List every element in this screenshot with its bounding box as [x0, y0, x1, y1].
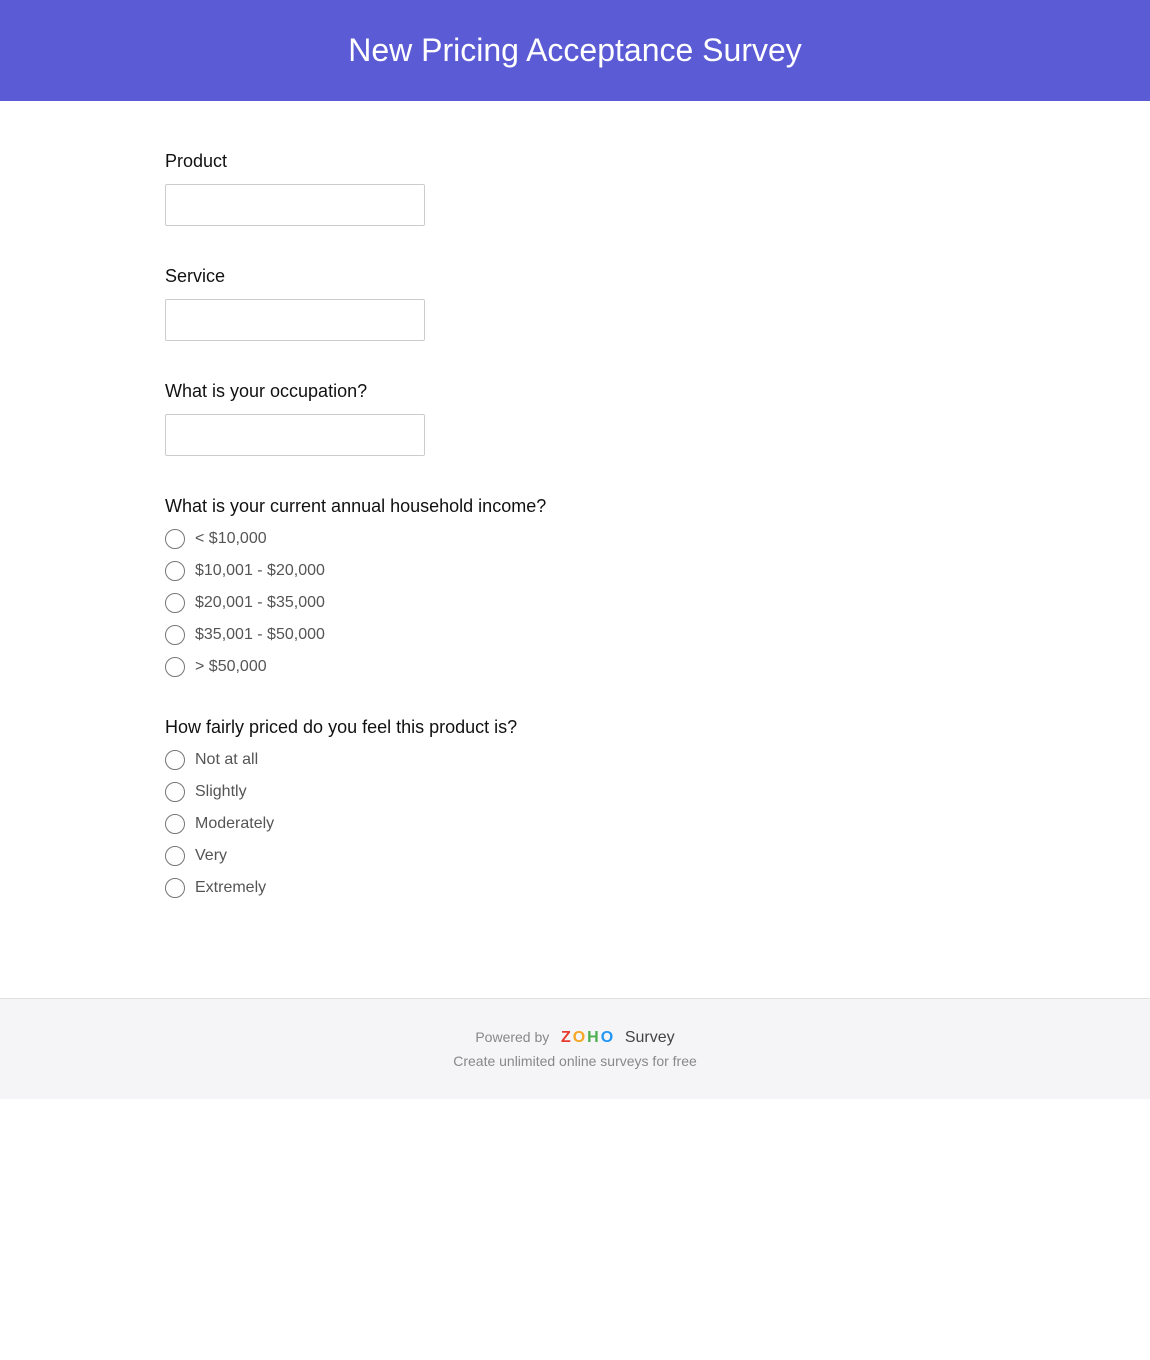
pricing-radio-group: Not at all Slightly Moderately Very Extr… — [165, 750, 985, 898]
service-section: Service — [165, 266, 985, 341]
pricing-option-label-0: Not at all — [195, 751, 258, 769]
occupation-label: What is your occupation? — [165, 381, 985, 402]
income-radio-group: < $10,000 $10,001 - $20,000 $20,001 - $3… — [165, 529, 985, 677]
income-radio-4[interactable] — [165, 657, 185, 677]
income-option-label-1: $10,001 - $20,000 — [195, 562, 325, 580]
pricing-option-2[interactable]: Moderately — [165, 814, 985, 834]
income-radio-3[interactable] — [165, 625, 185, 645]
pricing-option-3[interactable]: Very — [165, 846, 985, 866]
pricing-option-0[interactable]: Not at all — [165, 750, 985, 770]
income-label: What is your current annual household in… — [165, 496, 985, 517]
survey-title: New Pricing Acceptance Survey — [20, 32, 1130, 69]
survey-header: New Pricing Acceptance Survey — [0, 0, 1150, 101]
occupation-section: What is your occupation? — [165, 381, 985, 456]
income-option-label-4: > $50,000 — [195, 658, 267, 676]
pricing-label: How fairly priced do you feel this produ… — [165, 717, 985, 738]
footer-powered-line: Powered by ZOHO Survey — [20, 1029, 1130, 1047]
pricing-radio-3[interactable] — [165, 846, 185, 866]
product-input[interactable] — [165, 184, 425, 226]
pricing-option-label-3: Very — [195, 847, 227, 865]
pricing-option-label-2: Moderately — [195, 815, 274, 833]
zoho-z: Z — [561, 1029, 571, 1047]
footer: Powered by ZOHO Survey Create unlimited … — [0, 998, 1150, 1099]
income-option-2[interactable]: $20,001 - $35,000 — [165, 593, 985, 613]
income-option-3[interactable]: $35,001 - $50,000 — [165, 625, 985, 645]
income-option-label-3: $35,001 - $50,000 — [195, 626, 325, 644]
zoho-o1: O — [573, 1029, 585, 1047]
product-section: Product — [165, 151, 985, 226]
product-label: Product — [165, 151, 985, 172]
pricing-section: How fairly priced do you feel this produ… — [165, 717, 985, 898]
pricing-radio-2[interactable] — [165, 814, 185, 834]
income-radio-2[interactable] — [165, 593, 185, 613]
pricing-radio-0[interactable] — [165, 750, 185, 770]
income-option-label-0: < $10,000 — [195, 530, 267, 548]
footer-sub-text: Create unlimited online surveys for free — [20, 1053, 1130, 1069]
pricing-radio-4[interactable] — [165, 878, 185, 898]
pricing-option-4[interactable]: Extremely — [165, 878, 985, 898]
income-option-label-2: $20,001 - $35,000 — [195, 594, 325, 612]
service-label: Service — [165, 266, 985, 287]
survey-text: Survey — [625, 1029, 675, 1046]
service-input[interactable] — [165, 299, 425, 341]
pricing-option-label-4: Extremely — [195, 879, 266, 897]
income-option-4[interactable]: > $50,000 — [165, 657, 985, 677]
income-radio-1[interactable] — [165, 561, 185, 581]
zoho-o2: O — [601, 1029, 613, 1047]
income-option-0[interactable]: < $10,000 — [165, 529, 985, 549]
form-container: Product Service What is your occupation?… — [125, 101, 1025, 998]
powered-by-text: Powered by — [475, 1029, 549, 1045]
income-radio-0[interactable] — [165, 529, 185, 549]
pricing-option-1[interactable]: Slightly — [165, 782, 985, 802]
pricing-radio-1[interactable] — [165, 782, 185, 802]
income-option-1[interactable]: $10,001 - $20,000 — [165, 561, 985, 581]
occupation-input[interactable] — [165, 414, 425, 456]
pricing-option-label-1: Slightly — [195, 783, 247, 801]
zoho-h: H — [587, 1029, 599, 1047]
income-section: What is your current annual household in… — [165, 496, 985, 677]
zoho-logo: ZOHO — [561, 1029, 613, 1047]
